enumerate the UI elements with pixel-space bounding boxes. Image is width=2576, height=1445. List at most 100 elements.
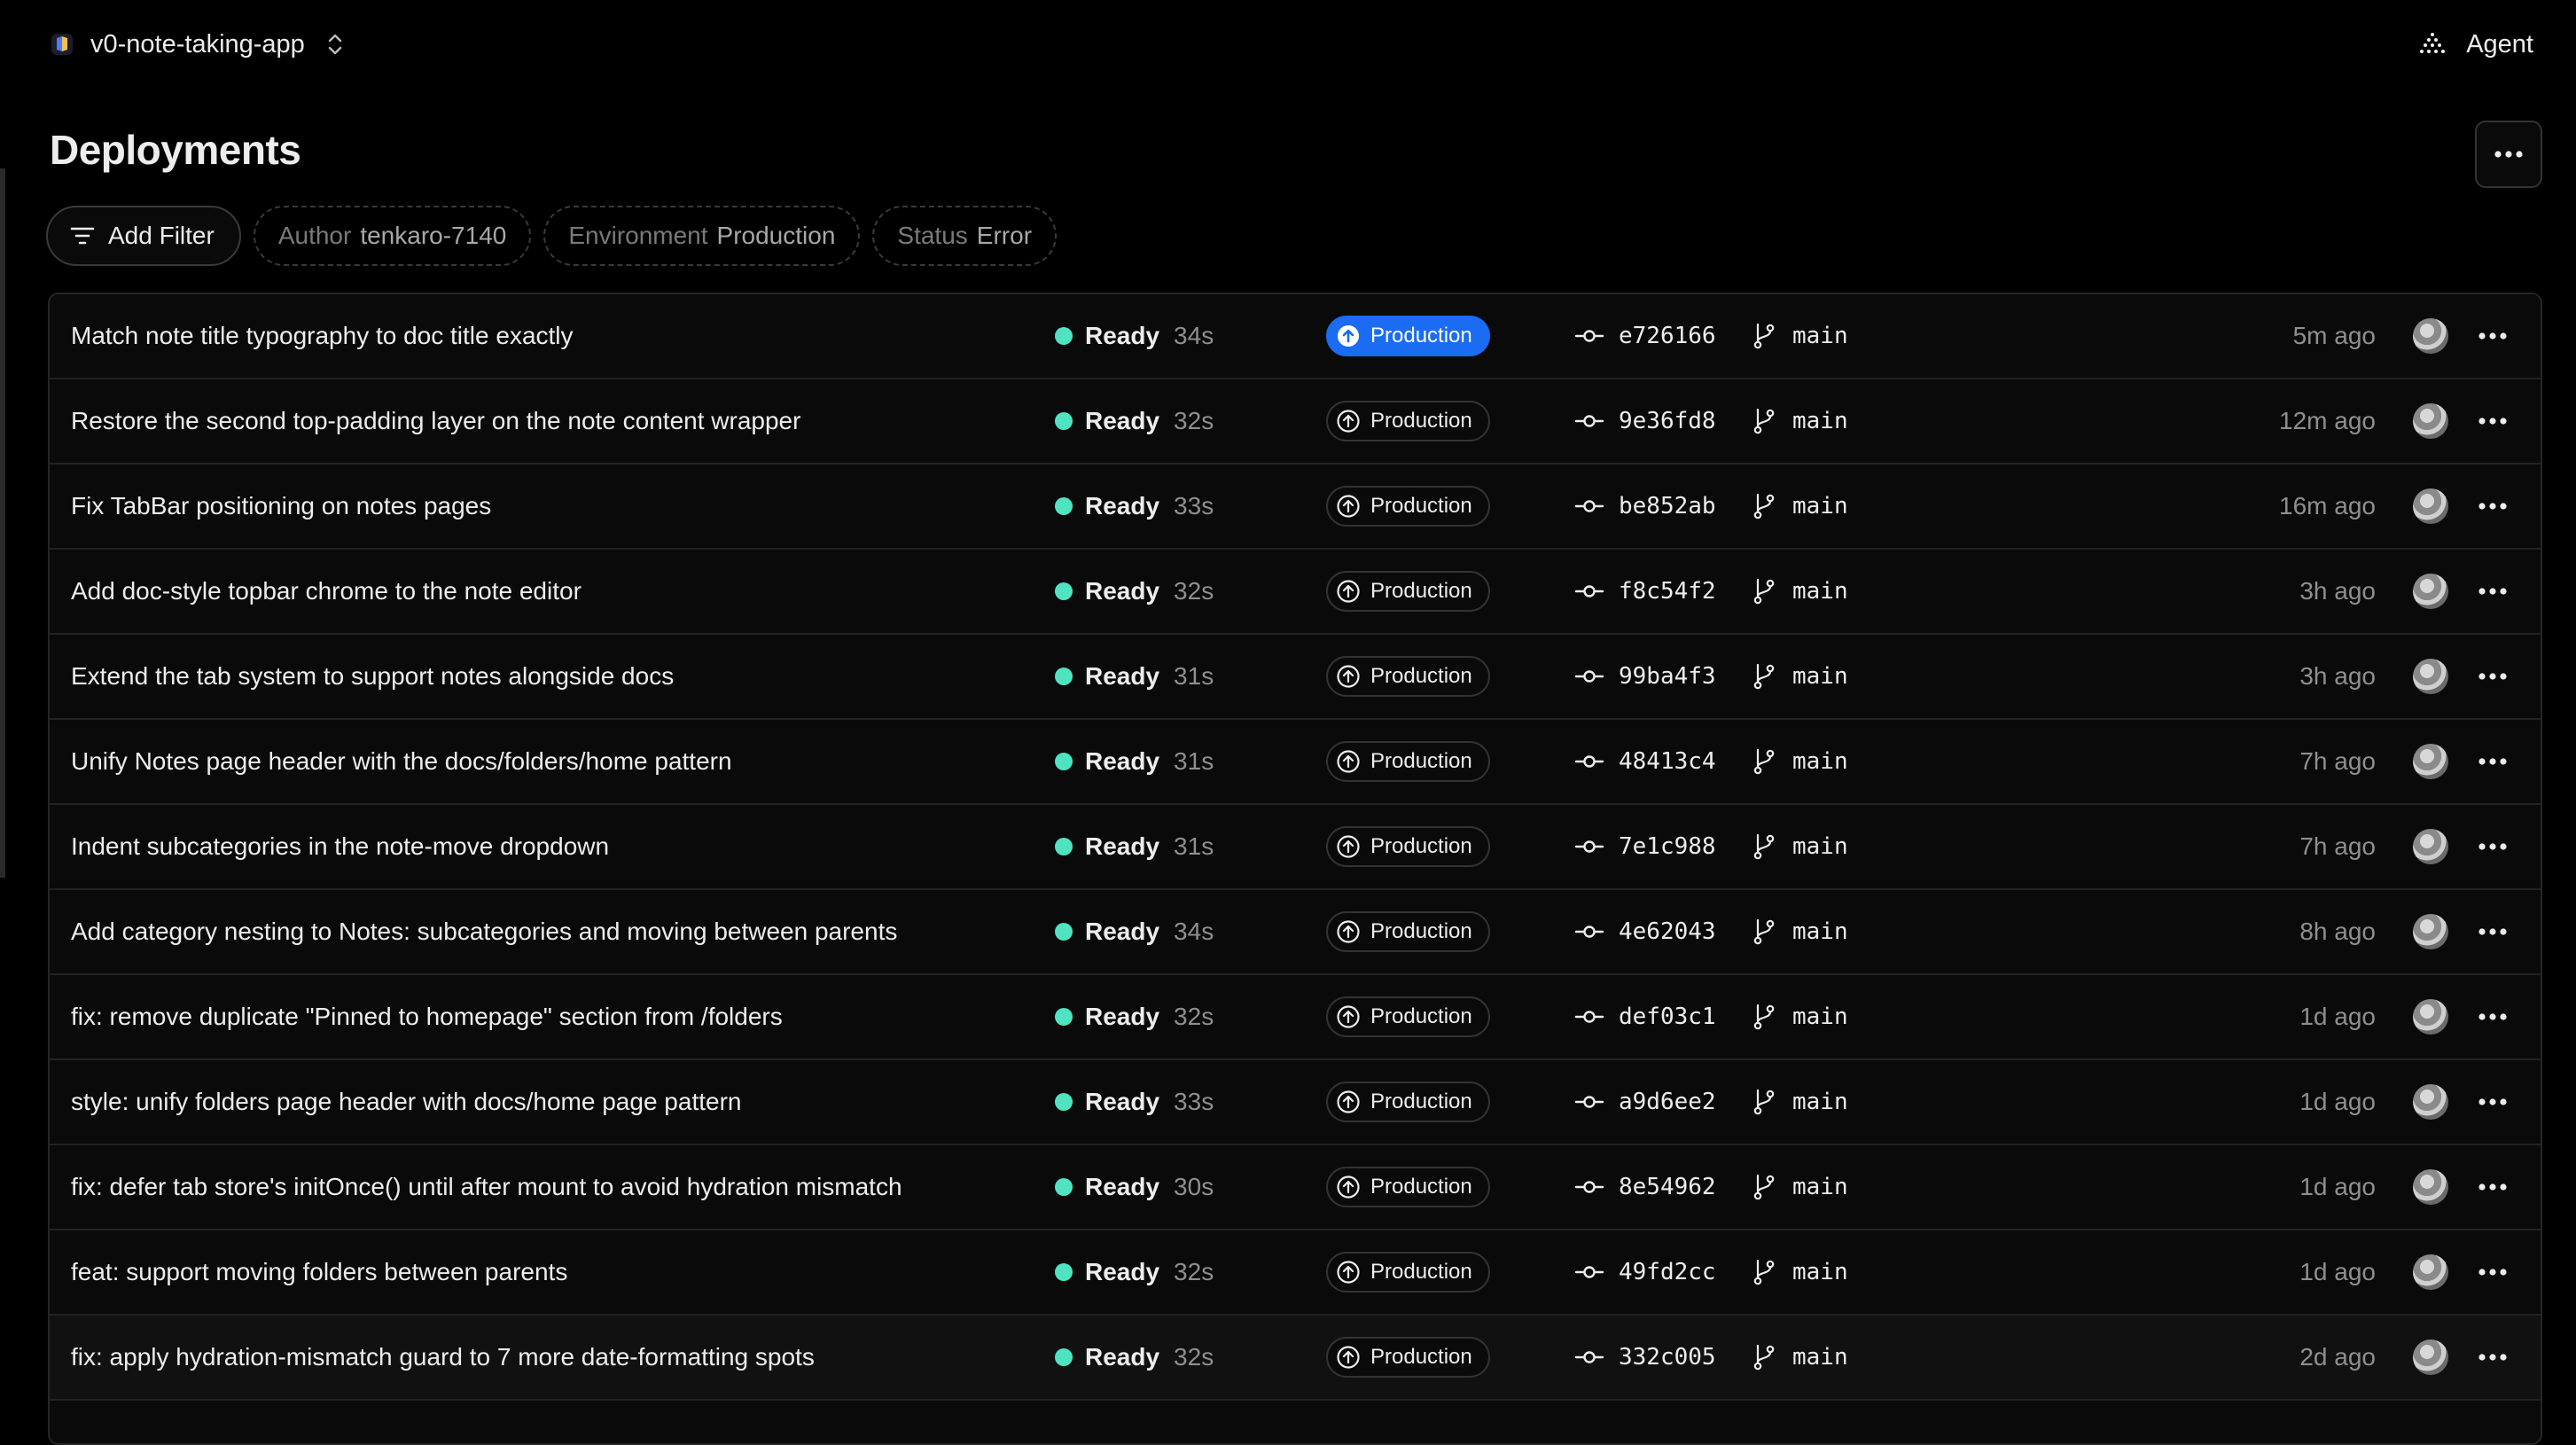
commit-sha[interactable]: e726166 xyxy=(1574,294,1716,378)
deployment-row[interactable]: Indent subcategories in the note-move dr… xyxy=(50,805,2541,890)
commit-message[interactable]: Add category nesting to Notes: subcatego… xyxy=(71,890,897,973)
commit-sha[interactable]: 7e1c988 xyxy=(1574,805,1716,888)
avatar[interactable] xyxy=(2413,488,2448,524)
avatar[interactable] xyxy=(2413,318,2448,354)
branch[interactable]: main xyxy=(1750,1145,1848,1229)
commit-sha[interactable]: f8c54f2 xyxy=(1574,550,1716,633)
row-more-button[interactable] xyxy=(2470,975,2516,1058)
avatar[interactable] xyxy=(2413,1340,2448,1375)
deployment-row[interactable]: Add doc-style topbar chrome to the note … xyxy=(50,550,2541,635)
deployment-row[interactable]: Restore the second top-padding layer on … xyxy=(50,379,2541,465)
add-filter-button[interactable]: Add Filter xyxy=(46,206,241,266)
commit-sha[interactable]: 9e36fd8 xyxy=(1574,379,1716,463)
environment-badge[interactable]: Production xyxy=(1326,656,1490,697)
avatar[interactable] xyxy=(2413,829,2448,864)
page-more-button[interactable] xyxy=(2475,121,2542,188)
branch[interactable]: main xyxy=(1750,720,1848,803)
environment-badge[interactable]: Production xyxy=(1326,996,1490,1037)
branch[interactable]: main xyxy=(1750,1316,1848,1399)
environment-badge[interactable]: Production xyxy=(1326,1167,1490,1207)
branch[interactable]: main xyxy=(1750,379,1848,463)
commit-message[interactable]: Indent subcategories in the note-move dr… xyxy=(71,805,609,888)
environment-badge[interactable]: Production xyxy=(1326,1082,1490,1122)
environment-label: Production xyxy=(1370,409,1472,433)
deployment-row[interactable]: fix: apply hydration-mismatch guard to 7… xyxy=(50,1316,2541,1401)
filter-chip-author[interactable]: Author tenkaro-7140 xyxy=(253,206,532,266)
deployment-row[interactable]: fix: defer tab store's initOnce() until … xyxy=(50,1145,2541,1230)
row-more-button[interactable] xyxy=(2470,294,2516,378)
environment-badge[interactable]: Production xyxy=(1326,826,1490,867)
commit-message[interactable]: Fix TabBar positioning on notes pages xyxy=(71,465,491,548)
environment-badge[interactable]: Production xyxy=(1326,911,1490,952)
avatar[interactable] xyxy=(2413,744,2448,779)
environment-badge[interactable]: Production xyxy=(1326,1337,1490,1378)
deployment-row[interactable]: Fix TabBar positioning on notes pages Rea… xyxy=(50,465,2541,550)
agent-button[interactable]: Agent xyxy=(2418,25,2533,64)
row-more-button[interactable] xyxy=(2470,890,2516,973)
branch[interactable]: main xyxy=(1750,1230,1848,1314)
project-switcher[interactable]: v0-note-taking-app xyxy=(50,25,346,64)
commit-message[interactable]: Add doc-style topbar chrome to the note … xyxy=(71,550,582,633)
build-duration: 33s xyxy=(1174,492,1214,519)
environment-badge[interactable]: Production xyxy=(1326,1252,1490,1293)
commit-message[interactable]: fix: apply hydration-mismatch guard to 7… xyxy=(71,1316,815,1399)
commit-sha[interactable]: 4e62043 xyxy=(1574,890,1716,973)
avatar[interactable] xyxy=(2413,1169,2448,1205)
environment-badge[interactable]: Production xyxy=(1326,316,1490,356)
row-more-button[interactable] xyxy=(2470,465,2516,548)
branch[interactable]: main xyxy=(1750,1060,1848,1144)
avatar[interactable] xyxy=(2413,574,2448,609)
deployment-row[interactable]: Add category nesting to Notes: subcatego… xyxy=(50,890,2541,975)
row-more-button[interactable] xyxy=(2470,379,2516,463)
deployment-row[interactable]: style: unify folders page header with do… xyxy=(50,1060,2541,1145)
commit-sha[interactable]: 49fd2cc xyxy=(1574,1230,1716,1314)
avatar[interactable] xyxy=(2413,1254,2448,1290)
commit-message[interactable]: Restore the second top-padding layer on … xyxy=(71,379,800,463)
environment-badge[interactable]: Production xyxy=(1326,401,1490,441)
branch[interactable]: main xyxy=(1750,550,1848,633)
branch[interactable]: main xyxy=(1750,294,1848,378)
avatar[interactable] xyxy=(2413,1084,2448,1120)
commit-sha[interactable]: 332c005 xyxy=(1574,1316,1716,1399)
commit-sha[interactable]: def03c1 xyxy=(1574,975,1716,1058)
commit-message[interactable]: Extend the tab system to support notes a… xyxy=(71,635,674,718)
commit-sha[interactable]: 8e54962 xyxy=(1574,1145,1716,1229)
row-more-button[interactable] xyxy=(2470,550,2516,633)
commit-message[interactable]: style: unify folders page header with do… xyxy=(71,1060,741,1144)
branch[interactable]: main xyxy=(1750,890,1848,973)
commit-message[interactable]: feat: support moving folders between par… xyxy=(71,1230,567,1314)
commit-sha[interactable]: a9d6ee2 xyxy=(1574,1060,1716,1144)
branch[interactable]: main xyxy=(1750,635,1848,718)
avatar[interactable] xyxy=(2413,659,2448,694)
commit-message[interactable]: fix: remove duplicate "Pinned to homepag… xyxy=(71,975,783,1058)
commit-message[interactable]: Match note title typography to doc title… xyxy=(71,294,574,378)
deployment-row[interactable]: fix: remove duplicate "Pinned to homepag… xyxy=(50,975,2541,1060)
row-more-button[interactable] xyxy=(2470,1145,2516,1229)
deployment-row[interactable]: Match note title typography to doc title… xyxy=(50,294,2541,379)
commit-sha[interactable]: 99ba4f3 xyxy=(1574,635,1716,718)
row-more-button[interactable] xyxy=(2470,1060,2516,1144)
row-more-button[interactable] xyxy=(2470,1230,2516,1314)
commit-message[interactable]: Unify Notes page header with the docs/fo… xyxy=(71,720,732,803)
deployment-row[interactable]: feat: support moving folders between par… xyxy=(50,1230,2541,1316)
branch[interactable]: main xyxy=(1750,805,1848,888)
row-more-button[interactable] xyxy=(2470,720,2516,803)
avatar[interactable] xyxy=(2413,403,2448,439)
row-more-button[interactable] xyxy=(2470,1316,2516,1399)
deployment-row[interactable]: Unify Notes page header with the docs/fo… xyxy=(50,720,2541,805)
environment-badge[interactable]: Production xyxy=(1326,741,1490,782)
avatar[interactable] xyxy=(2413,999,2448,1035)
row-more-button[interactable] xyxy=(2470,635,2516,718)
branch[interactable]: main xyxy=(1750,975,1848,1058)
avatar[interactable] xyxy=(2413,914,2448,949)
environment-badge[interactable]: Production xyxy=(1326,486,1490,527)
environment-badge[interactable]: Production xyxy=(1326,571,1490,612)
commit-sha[interactable]: 48413c4 xyxy=(1574,720,1716,803)
filter-chip-environment[interactable]: Environment Production xyxy=(543,206,861,266)
row-more-button[interactable] xyxy=(2470,805,2516,888)
commit-sha[interactable]: be852ab xyxy=(1574,465,1716,548)
branch[interactable]: main xyxy=(1750,465,1848,548)
commit-message[interactable]: fix: defer tab store's initOnce() until … xyxy=(71,1145,902,1229)
filter-chip-status[interactable]: Status Error xyxy=(872,206,1058,266)
deployment-row[interactable]: Extend the tab system to support notes a… xyxy=(50,635,2541,720)
